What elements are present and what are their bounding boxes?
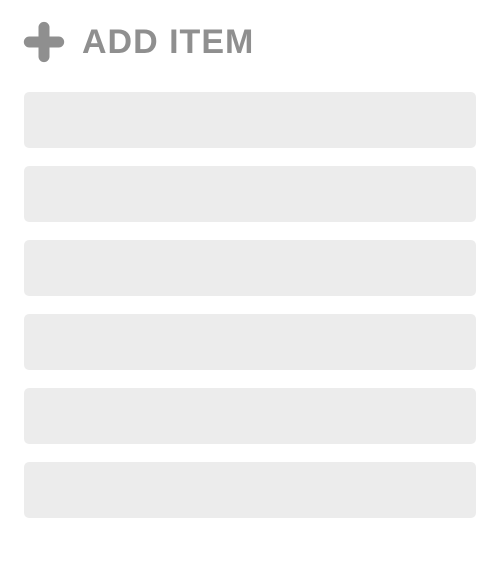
- item-list: [20, 92, 480, 518]
- list-item[interactable]: [24, 166, 476, 222]
- add-item-button[interactable]: ADD ITEM: [20, 20, 480, 64]
- list-item[interactable]: [24, 388, 476, 444]
- list-item[interactable]: [24, 314, 476, 370]
- add-item-label: ADD ITEM: [82, 23, 254, 62]
- list-item[interactable]: [24, 240, 476, 296]
- plus-icon: [22, 20, 66, 64]
- list-item[interactable]: [24, 462, 476, 518]
- list-item[interactable]: [24, 92, 476, 148]
